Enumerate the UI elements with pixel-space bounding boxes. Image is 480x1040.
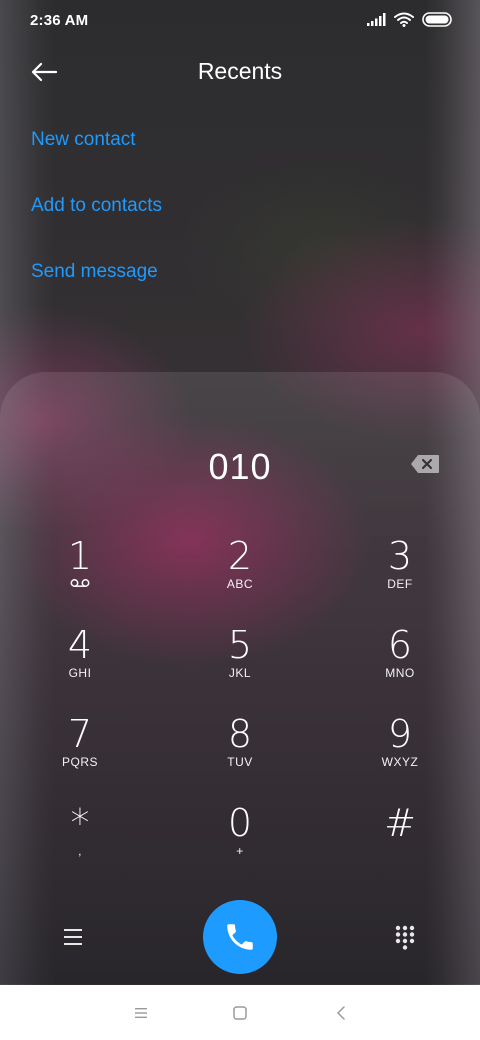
key-letters: TUV <box>227 755 253 769</box>
key-6[interactable]: 6 MNO <box>340 625 460 705</box>
keypad-toggle-button[interactable] <box>392 924 418 950</box>
key-9[interactable]: 9 WXYZ <box>340 714 460 794</box>
key-digit: 8 <box>227 712 253 756</box>
key-letters: + <box>236 844 244 858</box>
dialpad-panel: 010 1 2 ABC 3 DEF 4 GHI 5 JKL 6 MNO 7 PQ… <box>0 372 480 984</box>
key-letters: WXYZ <box>381 755 419 769</box>
back-chevron-icon <box>337 1006 345 1020</box>
add-to-contacts-link[interactable]: Add to contacts <box>31 195 162 217</box>
key-star[interactable]: * , <box>20 803 140 883</box>
nav-home-button[interactable] <box>229 1002 251 1024</box>
phone-icon <box>227 924 253 950</box>
key-0[interactable]: 0 + <box>180 803 300 883</box>
key-digit: # <box>384 801 416 845</box>
dialed-number: 010 <box>208 446 272 487</box>
key-5[interactable]: 5 JKL <box>180 625 300 705</box>
key-digit: 5 <box>227 623 253 667</box>
menu-button[interactable] <box>60 926 88 948</box>
nav-recents-button[interactable] <box>130 1002 152 1024</box>
voicemail-icon <box>20 576 140 592</box>
call-button[interactable] <box>203 900 277 974</box>
backspace-icon <box>411 455 439 473</box>
recents-menu-icon <box>135 1008 147 1018</box>
key-letters: , <box>78 844 82 858</box>
key-digit: 3 <box>387 534 413 578</box>
new-contact-link[interactable]: New contact <box>31 129 136 151</box>
wifi-icon <box>394 12 414 27</box>
key-digit: 1 <box>67 534 93 578</box>
key-1[interactable]: 1 <box>20 536 140 616</box>
key-digit: * <box>70 801 90 845</box>
key-digit: 0 <box>227 801 253 845</box>
dialpad-grid-icon <box>395 925 415 950</box>
key-letters: JKL <box>228 666 252 680</box>
backspace-button[interactable] <box>410 454 440 474</box>
battery-icon <box>422 12 452 27</box>
key-digit: 2 <box>227 534 253 578</box>
dialpad-bottom-actions <box>0 896 480 976</box>
key-4[interactable]: 4 GHI <box>20 625 140 705</box>
system-nav-bar <box>0 985 480 1040</box>
key-letters: DEF <box>387 577 413 591</box>
header-bar: Recents <box>0 46 480 98</box>
status-icons <box>367 12 452 27</box>
page-title: Recents <box>197 58 283 84</box>
key-digit: 7 <box>67 712 93 756</box>
dialer-screen: 2:36 AM Recents New contact Add to conta… <box>0 0 480 1040</box>
signal-icon <box>367 13 386 26</box>
send-message-link[interactable]: Send message <box>31 261 158 283</box>
key-letters: MNO <box>385 666 415 680</box>
home-square-icon <box>233 1006 247 1020</box>
key-letters: GHI <box>68 666 92 680</box>
key-letters: ABC <box>226 577 254 591</box>
key-3[interactable]: 3 DEF <box>340 536 460 616</box>
key-digit: 4 <box>67 623 93 667</box>
status-time: 2:36 AM <box>30 12 89 29</box>
key-8[interactable]: 8 TUV <box>180 714 300 794</box>
key-hash[interactable]: # <box>340 803 460 883</box>
key-digit: 9 <box>387 712 413 756</box>
key-letters: PQRS <box>61 755 98 769</box>
key-digit: 6 <box>387 623 413 667</box>
nav-back-button[interactable] <box>330 1002 352 1024</box>
menu-icon <box>64 929 82 945</box>
key-7[interactable]: 7 PQRS <box>20 714 140 794</box>
key-2[interactable]: 2 ABC <box>180 536 300 616</box>
status-bar: 2:36 AM <box>0 0 480 42</box>
